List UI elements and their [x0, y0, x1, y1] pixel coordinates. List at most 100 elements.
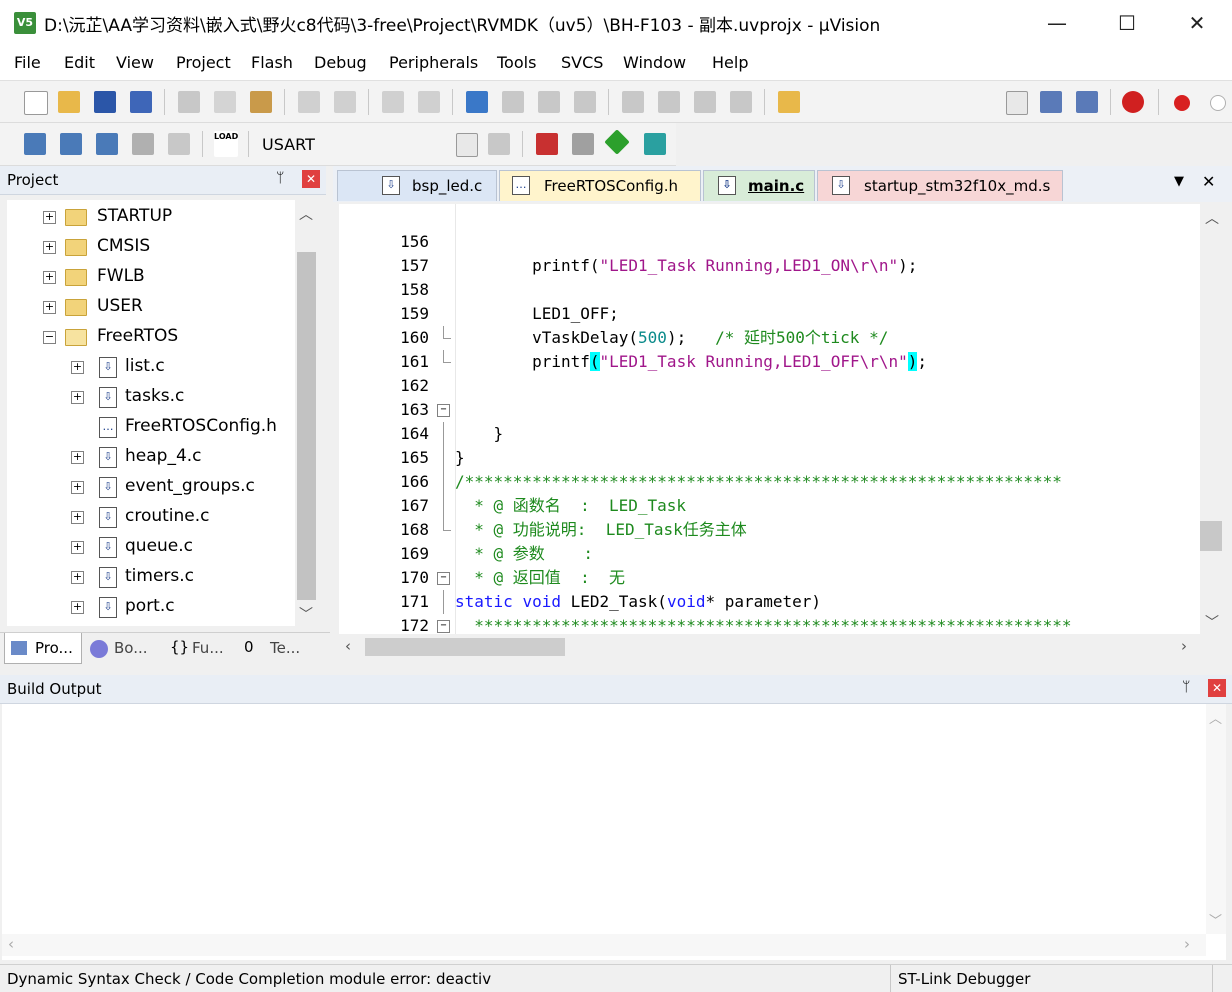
maximize-button[interactable]: ☐ — [1092, 0, 1162, 46]
expand-icon[interactable]: + — [43, 241, 56, 254]
options-for-target-icon[interactable] — [488, 133, 510, 155]
tree-file-heap4-c[interactable]: + ⇩ heap_4.c — [7, 443, 295, 471]
build-icon[interactable] — [60, 133, 82, 155]
tree-file-croutine-c[interactable]: + ⇩ croutine.c — [7, 503, 295, 531]
menu-tools[interactable]: Tools — [497, 53, 536, 72]
tree-file-freertosconfig-h[interactable]: … FreeRTOSConfig.h — [7, 413, 295, 441]
run-time-environment-icon[interactable] — [644, 133, 666, 155]
manage-project-items-icon[interactable] — [536, 133, 558, 155]
tab-books[interactable]: Bo... — [86, 633, 162, 663]
scroll-up-icon[interactable]: ︿ — [1209, 708, 1222, 727]
scroll-right-icon[interactable]: › — [1184, 935, 1190, 953]
tab-freertosconfig-h[interactable]: … FreeRTOSConfig.h — [499, 170, 701, 201]
expand-icon[interactable]: + — [43, 271, 56, 284]
bookmark-icon[interactable] — [466, 91, 488, 113]
tab-templates[interactable]: 0 Te... — [242, 633, 316, 663]
stop-build-icon[interactable] — [168, 133, 190, 155]
editor-vertical-scrollbar[interactable]: ︿ ﹀ — [1200, 204, 1226, 634]
build-horizontal-scrollbar[interactable]: ‹ › — [2, 934, 1206, 956]
pin-icon[interactable]: ᛘ — [276, 170, 284, 186]
copy-icon[interactable] — [214, 91, 236, 113]
cut-icon[interactable] — [178, 91, 200, 113]
load-download-icon[interactable]: LOAD — [214, 131, 238, 157]
undo-icon[interactable] — [298, 91, 320, 113]
tab-list-dropdown-icon[interactable]: ▼ — [1174, 174, 1184, 189]
expand-icon[interactable]: + — [71, 481, 84, 494]
tab-bsp-led-c[interactable]: ⇩ bsp_led.c — [337, 170, 497, 201]
prev-bookmark-icon[interactable] — [502, 91, 524, 113]
breakpoint-icon[interactable] — [1174, 95, 1190, 111]
fold-collapse-icon[interactable]: − — [437, 572, 450, 585]
uvision-app-icon[interactable]: V5 — [14, 12, 36, 34]
scroll-left-icon[interactable]: ‹ — [8, 935, 14, 953]
open-folder-icon[interactable] — [58, 91, 80, 113]
find-icon[interactable] — [1040, 91, 1062, 113]
tree-file-timers-c[interactable]: + ⇩ timers.c — [7, 563, 295, 591]
pin-icon[interactable]: ᛘ — [1182, 679, 1190, 695]
incremental-find-icon[interactable] — [1076, 91, 1098, 113]
close-tab-icon[interactable]: ✕ — [1202, 172, 1215, 191]
redo-icon[interactable] — [334, 91, 356, 113]
batch-build-icon[interactable] — [132, 133, 154, 155]
menu-debug[interactable]: Debug — [314, 53, 367, 72]
menu-peripherals[interactable]: Peripherals — [389, 53, 478, 72]
scroll-down-icon[interactable]: ﹀ — [299, 604, 313, 624]
scrollbar-thumb[interactable] — [1200, 521, 1222, 551]
expand-icon[interactable]: + — [71, 391, 84, 404]
menu-view[interactable]: View — [116, 53, 154, 72]
pack-installer-icon[interactable] — [604, 129, 630, 155]
close-panel-icon[interactable]: ✕ — [302, 170, 320, 188]
expand-icon[interactable]: + — [43, 211, 56, 224]
expand-icon[interactable]: + — [71, 571, 84, 584]
scroll-up-icon[interactable]: ︿ — [299, 204, 313, 224]
scroll-left-icon[interactable]: ‹ — [345, 637, 351, 655]
editor-horizontal-scrollbar[interactable]: ‹ › — [339, 636, 1226, 658]
fold-collapse-icon[interactable]: − — [437, 620, 450, 633]
menu-svcs[interactable]: SVCS — [561, 53, 603, 72]
menu-project[interactable]: Project — [176, 53, 231, 72]
uncomment-icon[interactable] — [730, 91, 752, 113]
target-select[interactable]: USART — [262, 135, 315, 154]
translate-icon[interactable] — [24, 133, 46, 155]
minimize-button[interactable]: — — [1022, 0, 1092, 46]
debug-session-icon[interactable] — [1122, 91, 1144, 113]
tree-group-startup[interactable]: + STARTUP — [7, 203, 295, 231]
menu-flash[interactable]: Flash — [251, 53, 293, 72]
disable-breakpoint-icon[interactable] — [1210, 95, 1226, 111]
close-window-button[interactable]: ✕ — [1162, 0, 1232, 46]
save-icon[interactable] — [94, 91, 116, 113]
expand-icon[interactable]: + — [71, 541, 84, 554]
tree-file-event-groups-c[interactable]: + ⇩ event_groups.c — [7, 473, 295, 501]
comment-icon[interactable] — [694, 91, 716, 113]
menu-window[interactable]: Window — [623, 53, 686, 72]
build-vertical-scrollbar[interactable]: ︿ ﹀ — [1206, 704, 1226, 934]
navigate-forward-icon[interactable] — [418, 91, 440, 113]
scroll-right-icon[interactable]: › — [1181, 637, 1187, 655]
expand-icon[interactable]: + — [71, 361, 84, 374]
save-all-icon[interactable] — [130, 91, 152, 113]
fold-collapse-icon[interactable]: − — [437, 404, 450, 417]
indent-icon[interactable] — [622, 91, 644, 113]
tree-file-tasks-c[interactable]: + ⇩ tasks.c — [7, 383, 295, 411]
navigate-back-icon[interactable] — [382, 91, 404, 113]
expand-icon[interactable]: + — [43, 301, 56, 314]
target-dropdown-icon[interactable] — [456, 133, 478, 157]
tab-project[interactable]: Pro... — [4, 633, 82, 664]
find-combo-dropdown-icon[interactable] — [1006, 91, 1028, 115]
scroll-down-icon[interactable]: ﹀ — [1205, 612, 1219, 632]
scroll-down-icon[interactable]: ﹀ — [1209, 910, 1222, 929]
project-scrollbar[interactable]: ︿ ﹀ — [295, 200, 318, 626]
tab-functions[interactable]: {} Fu... — [166, 633, 240, 663]
find-in-files-icon[interactable] — [778, 91, 800, 113]
tree-file-port-c[interactable]: + ⇩ port.c — [7, 593, 295, 621]
paste-icon[interactable] — [250, 91, 272, 113]
clear-bookmarks-icon[interactable] — [574, 91, 596, 113]
tree-group-user[interactable]: + USER — [7, 293, 295, 321]
next-bookmark-icon[interactable] — [538, 91, 560, 113]
rebuild-icon[interactable] — [96, 133, 118, 155]
tree-group-freertos[interactable]: − FreeRTOS — [7, 323, 295, 351]
scrollbar-thumb[interactable] — [297, 252, 316, 600]
unindent-icon[interactable] — [658, 91, 680, 113]
new-file-icon[interactable] — [24, 91, 48, 115]
collapse-icon[interactable]: − — [43, 331, 56, 344]
